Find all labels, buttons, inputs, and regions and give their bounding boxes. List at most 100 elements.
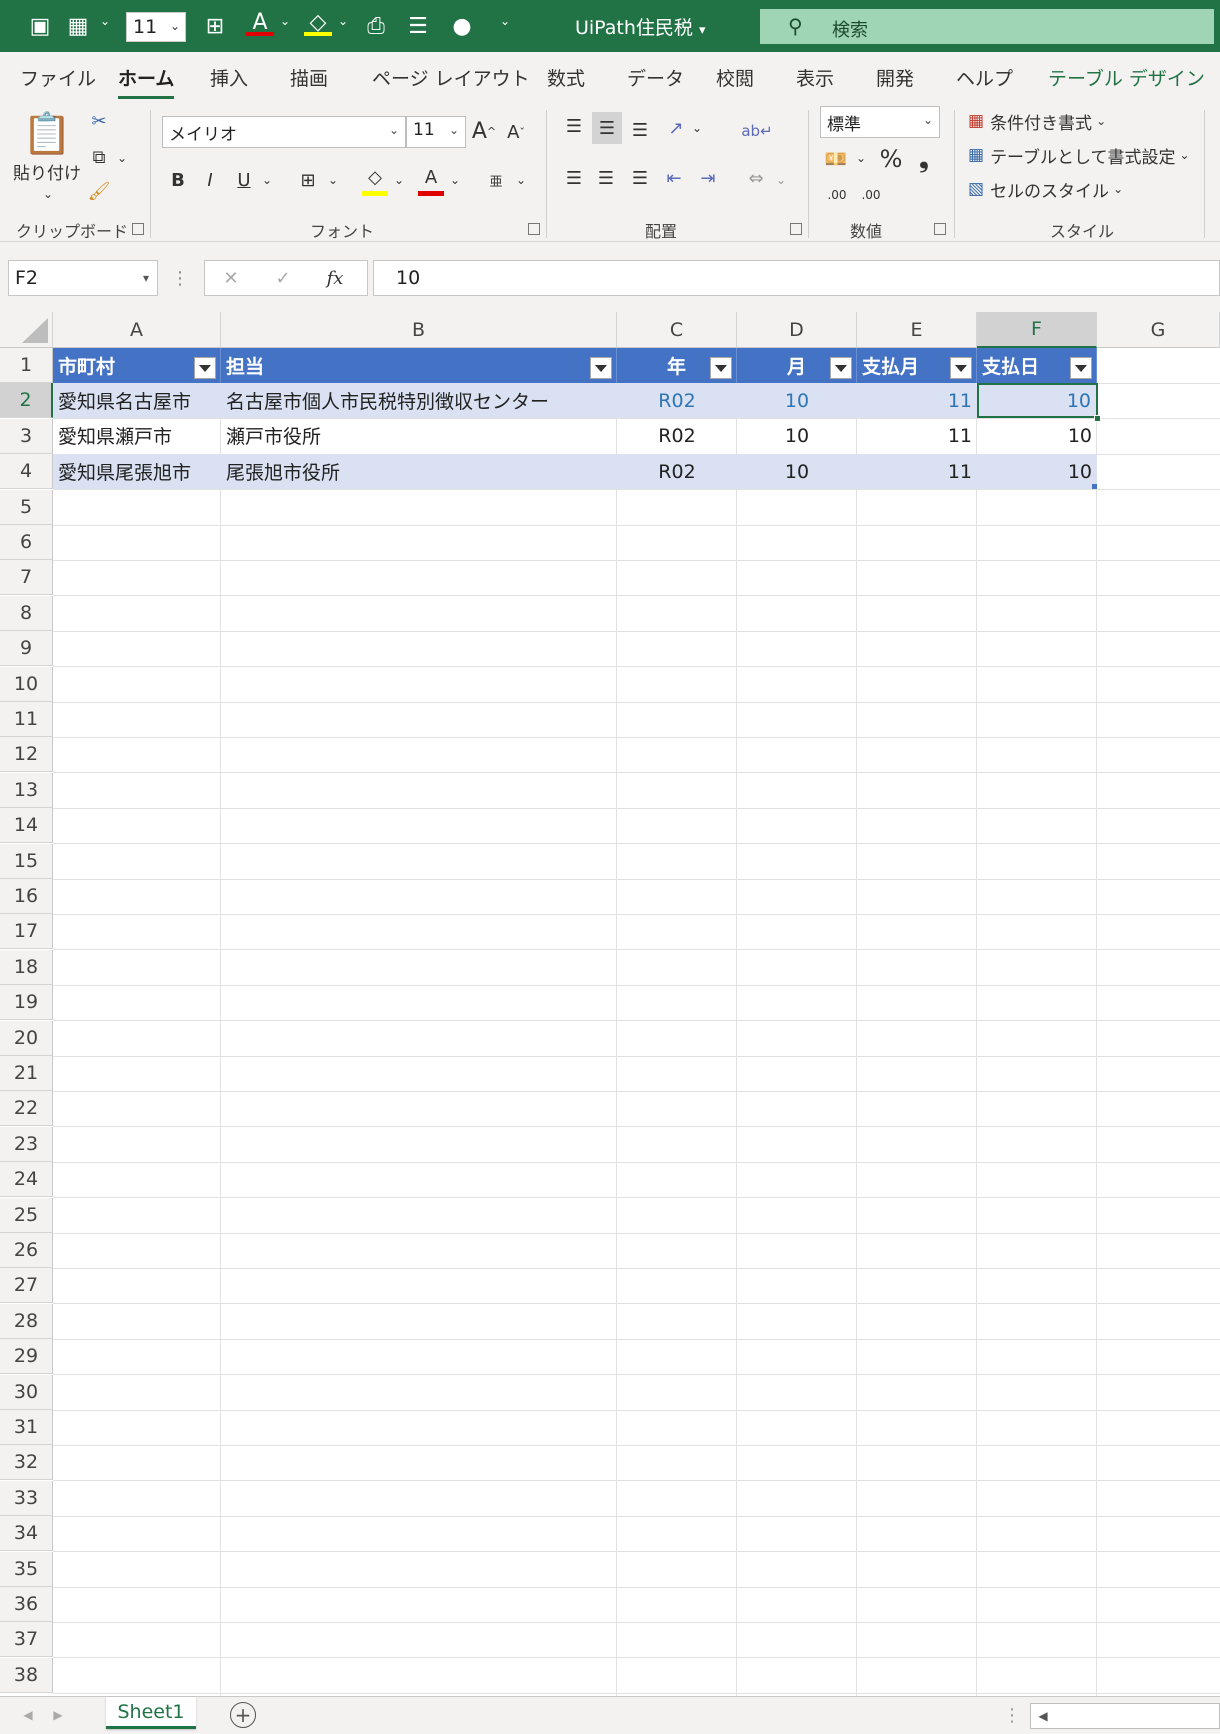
tab-draw[interactable]: 描画 — [290, 64, 328, 91]
tab-file[interactable]: ファイル — [20, 64, 96, 91]
row-header[interactable]: 14 — [0, 808, 53, 843]
tab-formulas[interactable]: 数式 — [547, 64, 585, 91]
table-cell[interactable]: 尾張旭市役所 — [221, 454, 617, 489]
row-header[interactable]: 17 — [0, 914, 53, 949]
row-header[interactable]: 23 — [0, 1127, 53, 1162]
chevron-down-icon[interactable]: ⌄ — [38, 184, 58, 204]
table-cell[interactable]: 10 — [737, 383, 857, 418]
number-launcher-icon[interactable] — [934, 223, 946, 235]
scroll-right-icon[interactable]: ▶ — [48, 1703, 68, 1727]
insert-function-button[interactable]: fx — [317, 263, 353, 293]
font-launcher-icon[interactable] — [528, 223, 540, 235]
tab-insert[interactable]: 挿入 — [210, 64, 248, 91]
row-header[interactable]: 28 — [0, 1304, 53, 1339]
font-color-icon[interactable]: A — [246, 10, 274, 36]
wrap-text-icon[interactable]: ab↵ — [741, 116, 772, 146]
filter-dropdown-icon[interactable] — [194, 357, 216, 379]
row-header[interactable]: 35 — [0, 1552, 53, 1587]
row-header[interactable]: 9 — [0, 631, 53, 666]
decrease-decimal-button[interactable]: .00 — [856, 180, 886, 210]
row-header[interactable]: 29 — [0, 1339, 53, 1374]
row-header[interactable]: 4 — [0, 454, 53, 489]
alignment-launcher-icon[interactable] — [790, 223, 802, 235]
decrease-indent-icon[interactable]: ⇤ — [660, 164, 688, 192]
row-header[interactable]: 24 — [0, 1162, 53, 1197]
row-header[interactable]: 25 — [0, 1198, 53, 1233]
chevron-down-icon[interactable]: ⌄ — [854, 148, 868, 168]
tab-data[interactable]: データ — [627, 64, 684, 91]
cell-styles-button[interactable]: ▧ セルのスタイル ⌄ — [968, 174, 1178, 204]
row-header[interactable]: 34 — [0, 1516, 53, 1551]
tab-table-design[interactable]: テーブル デザイン — [1048, 64, 1205, 91]
table-cell[interactable]: 10 — [977, 454, 1097, 489]
table-cell[interactable]: 愛知県名古屋市 — [53, 383, 221, 418]
horizontal-scrollbar[interactable]: ◀ — [1030, 1703, 1220, 1729]
filter-dropdown-icon[interactable] — [590, 357, 612, 379]
row-header[interactable]: 36 — [0, 1587, 53, 1622]
format-painter-icon[interactable]: 🖌 — [86, 178, 112, 204]
filter-dropdown-icon[interactable] — [710, 357, 732, 379]
column-header-f[interactable]: F — [977, 312, 1097, 348]
align-bottom-icon[interactable]: ☰ — [626, 116, 654, 144]
chevron-down-icon[interactable]: ⌄ — [260, 170, 274, 190]
chevron-down-icon[interactable]: ⌄ — [448, 170, 462, 190]
currency-icon[interactable]: 💴 — [822, 144, 850, 174]
table-cell[interactable]: R02 — [617, 418, 737, 453]
percent-button[interactable]: % — [876, 144, 906, 174]
cut-icon[interactable]: ✂ — [86, 108, 112, 134]
bold-button[interactable]: B — [166, 164, 190, 196]
row-header[interactable]: 15 — [0, 844, 53, 879]
customize-toolbar-icon[interactable]: ⌄ — [500, 14, 510, 28]
align-right-icon[interactable]: ☰ — [626, 164, 654, 192]
row-header[interactable]: 8 — [0, 596, 53, 631]
fill-color-icon[interactable]: ◇ — [362, 164, 388, 196]
align-top-icon[interactable]: ☰ — [560, 112, 588, 140]
paste-button[interactable]: 貼り付け — [12, 158, 82, 184]
table-cell[interactable]: 10 — [737, 454, 857, 489]
orientation-icon[interactable]: ↗ — [662, 114, 690, 142]
row-header[interactable]: 30 — [0, 1375, 53, 1410]
row-header[interactable]: 31 — [0, 1410, 53, 1445]
chevron-down-icon[interactable]: ⌄ — [114, 148, 130, 168]
table-header-cell[interactable]: 支払月 — [857, 348, 977, 383]
row-header[interactable]: 16 — [0, 879, 53, 914]
row-header[interactable]: 6 — [0, 525, 53, 560]
record-icon[interactable]: ● — [448, 12, 476, 40]
chevron-down-icon[interactable]: ⌄ — [392, 170, 406, 190]
row-header[interactable]: 1 — [0, 348, 53, 383]
table-cell[interactable]: R02 — [617, 454, 737, 489]
filter-dropdown-icon[interactable] — [1070, 357, 1092, 379]
table-cell[interactable]: 11 — [857, 383, 977, 418]
italic-button[interactable]: I — [198, 164, 222, 196]
more-options-icon[interactable]: ⋮ — [171, 266, 189, 290]
row-header[interactable]: 2 — [0, 383, 53, 418]
row-header[interactable]: 21 — [0, 1056, 53, 1091]
number-format-combo[interactable]: 標準 ⌄ — [820, 106, 940, 138]
row-header[interactable]: 32 — [0, 1445, 53, 1480]
tab-page-layout[interactable]: ページ レイアウト — [372, 64, 530, 91]
format-as-table-button[interactable]: ▦ テーブルとして書式設定 ⌄ — [968, 140, 1198, 170]
row-header[interactable]: 3 — [0, 419, 53, 454]
column-header-g[interactable]: G — [1097, 312, 1220, 348]
underline-button[interactable]: U — [232, 164, 256, 196]
table-cell[interactable]: 愛知県尾張旭市 — [53, 454, 221, 489]
row-header[interactable]: 5 — [0, 490, 53, 525]
comma-button[interactable]: ❟ — [912, 144, 936, 174]
table-header-cell[interactable]: 月 — [737, 348, 857, 383]
table-cell[interactable]: 愛知県瀬戸市 — [53, 418, 221, 453]
row-header[interactable]: 18 — [0, 950, 53, 985]
filter-dropdown-icon[interactable] — [950, 357, 972, 379]
clear-format-icon[interactable]: ☰ — [404, 12, 432, 40]
table-cell[interactable]: R02 — [617, 383, 737, 418]
row-header[interactable]: 22 — [0, 1091, 53, 1126]
formula-input[interactable]: 10 — [373, 260, 1220, 296]
conditional-formatting-button[interactable]: ▦ 条件付き書式 ⌄ — [968, 106, 1178, 136]
tab-view[interactable]: 表示 — [796, 64, 834, 91]
row-header[interactable]: 37 — [0, 1622, 53, 1657]
table-icon[interactable]: ⊞ — [201, 12, 229, 40]
row-header[interactable]: 38 — [0, 1658, 53, 1693]
print-icon[interactable]: ⎙ — [362, 12, 390, 40]
increase-indent-icon[interactable]: ⇥ — [694, 164, 722, 192]
table-cell[interactable]: 名古屋市個人市民税特別徴収センター — [221, 383, 617, 418]
chevron-down-icon[interactable]: ⌄ — [690, 118, 704, 138]
